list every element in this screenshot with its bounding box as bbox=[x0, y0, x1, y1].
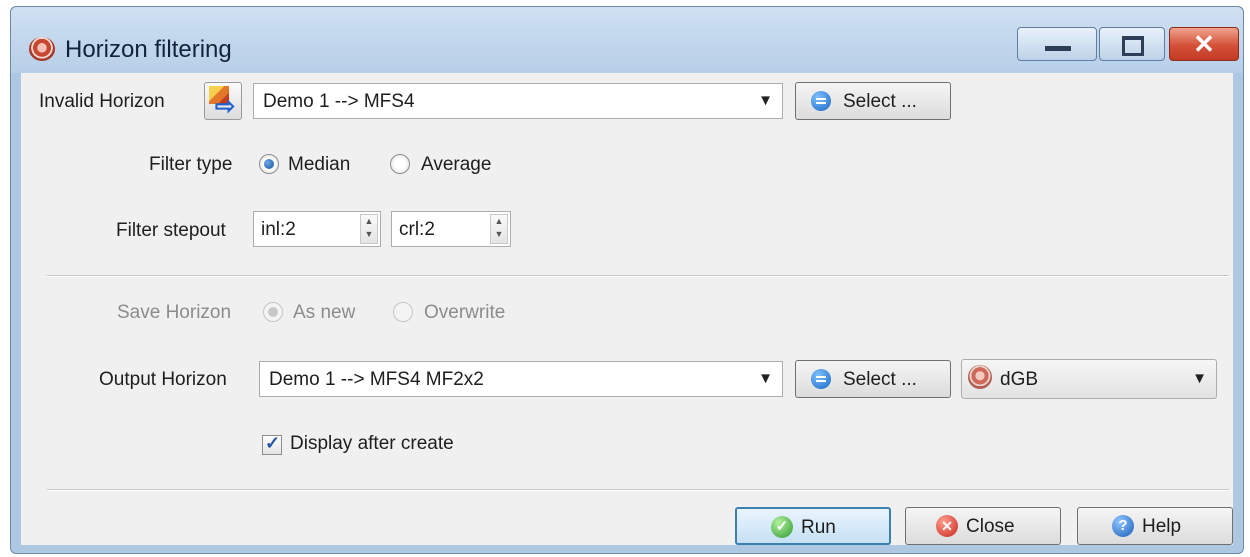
output-select-label: Select ... bbox=[843, 369, 917, 390]
crossline-stepout-value: crl:2 bbox=[399, 219, 435, 240]
spin-arrows-icon[interactable]: ▲ ▼ bbox=[490, 214, 508, 244]
as-new-radio[interactable] bbox=[263, 302, 283, 322]
dialog-window: Horizon filtering ✕ Invalid Horizon ⇨ De… bbox=[10, 6, 1244, 554]
average-radio[interactable] bbox=[390, 154, 410, 174]
as-new-label: As new bbox=[293, 302, 356, 323]
inline-stepout-value: inl:2 bbox=[261, 219, 296, 240]
storage-value: dGB bbox=[1000, 369, 1039, 390]
list-icon bbox=[811, 369, 831, 389]
crossline-stepout-spinner[interactable]: crl:2 ▲ ▼ bbox=[391, 211, 511, 247]
save-horizon-label: Save Horizon bbox=[117, 302, 232, 323]
invalid-horizon-combo[interactable]: Demo 1 --> MFS4 ▼ bbox=[253, 83, 783, 119]
display-after-create-checkbox[interactable]: ✓ bbox=[262, 433, 282, 455]
chevron-down-icon: ▼ bbox=[758, 92, 773, 109]
input-select-label: Select ... bbox=[843, 91, 917, 112]
close-icon: ✕ bbox=[1193, 29, 1215, 59]
close-x-icon: ✕ bbox=[936, 515, 958, 537]
title-bar[interactable]: Horizon filtering ✕ bbox=[11, 7, 1243, 73]
chevron-down-icon: ▼ bbox=[758, 370, 773, 387]
invalid-horizon-label: Invalid Horizon bbox=[39, 91, 165, 112]
spin-arrows-icon[interactable]: ▲ ▼ bbox=[360, 214, 378, 244]
arrow-right-icon: ⇨ bbox=[215, 93, 236, 120]
inline-stepout-spinner[interactable]: inl:2 ▲ ▼ bbox=[253, 211, 381, 247]
input-select-button[interactable]: Select ... bbox=[795, 82, 951, 120]
median-radio[interactable] bbox=[259, 154, 279, 174]
output-horizon-combo[interactable]: Demo 1 --> MFS4 MF2x2 ▼ bbox=[259, 361, 783, 397]
overwrite-radio[interactable] bbox=[393, 302, 413, 322]
separator bbox=[47, 489, 1229, 491]
help-label: Help bbox=[1142, 516, 1182, 537]
run-button[interactable]: ✓ Run bbox=[735, 507, 891, 545]
output-select-button[interactable]: Select ... bbox=[795, 360, 951, 398]
display-after-create-label: Display after create bbox=[290, 433, 454, 454]
dialog-body: Invalid Horizon ⇨ Demo 1 --> MFS4 ▼ Sele… bbox=[21, 73, 1233, 545]
separator bbox=[47, 275, 1229, 277]
help-button[interactable]: ? Help bbox=[1077, 507, 1233, 545]
minimize-icon bbox=[1045, 46, 1071, 51]
close-button[interactable]: ✕ Close bbox=[905, 507, 1061, 545]
output-horizon-label: Output Horizon bbox=[99, 369, 227, 390]
window-close-button[interactable]: ✕ bbox=[1169, 27, 1239, 61]
filter-type-label: Filter type bbox=[149, 154, 233, 175]
output-horizon-value: Demo 1 --> MFS4 MF2x2 bbox=[269, 369, 484, 390]
filter-stepout-label: Filter stepout bbox=[116, 220, 226, 241]
run-label: Run bbox=[801, 517, 836, 538]
horizon-transfer-icon[interactable]: ⇨ bbox=[204, 82, 242, 120]
chevron-down-icon: ▼ bbox=[1192, 370, 1207, 387]
checkmark-icon: ✓ bbox=[265, 433, 281, 453]
maximize-icon bbox=[1122, 36, 1144, 56]
help-icon: ? bbox=[1112, 515, 1134, 537]
run-check-icon: ✓ bbox=[771, 516, 793, 538]
dgb-logo-icon bbox=[968, 365, 992, 389]
list-icon bbox=[811, 91, 831, 111]
overwrite-label: Overwrite bbox=[424, 302, 506, 323]
median-label: Median bbox=[288, 154, 351, 175]
average-label: Average bbox=[421, 154, 492, 175]
window-title: Horizon filtering bbox=[65, 36, 232, 63]
app-icon bbox=[29, 37, 55, 61]
storage-combo[interactable]: dGB ▼ bbox=[961, 359, 1217, 399]
minimize-button[interactable] bbox=[1017, 27, 1097, 61]
close-label: Close bbox=[966, 516, 1015, 537]
maximize-button[interactable] bbox=[1099, 27, 1165, 61]
invalid-horizon-value: Demo 1 --> MFS4 bbox=[263, 91, 415, 112]
